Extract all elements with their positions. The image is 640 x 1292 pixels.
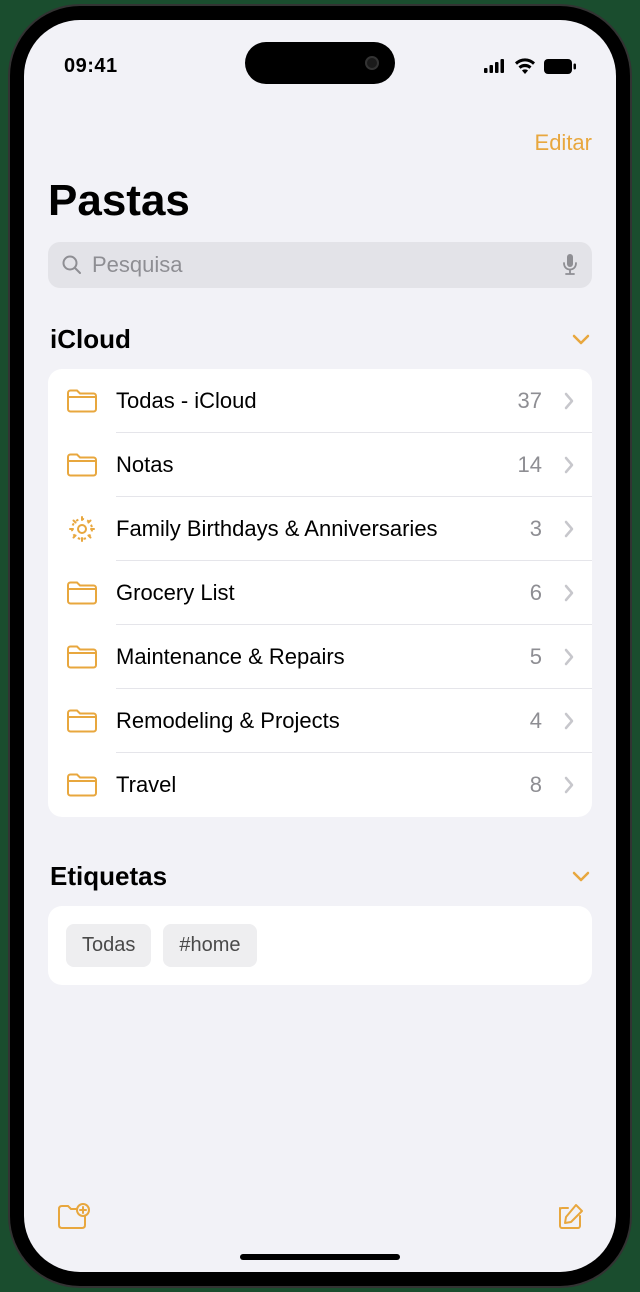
chevron-right-icon [564, 392, 574, 410]
search-icon [62, 255, 82, 275]
tag-pill[interactable]: #home [163, 924, 256, 967]
folder-name: Grocery List [116, 580, 512, 606]
folder-icon [66, 705, 98, 737]
folder-name: Notas [116, 452, 500, 478]
folder-icon [66, 385, 98, 417]
folder-row[interactable]: Notas 14 [48, 433, 592, 497]
chevron-down-icon [572, 334, 590, 345]
folder-name: Todas - iCloud [116, 388, 500, 414]
tags-section: Etiquetas Todas #home [48, 853, 592, 985]
folder-name: Remodeling & Projects [116, 708, 512, 734]
folder-count: 8 [530, 772, 542, 798]
folder-count: 5 [530, 644, 542, 670]
edit-button[interactable]: Editar [535, 130, 592, 156]
status-icons [484, 58, 576, 74]
gear-icon [66, 513, 98, 545]
folder-row[interactable]: Maintenance & Repairs 5 [48, 625, 592, 689]
folder-name: Family Birthdays & Anniversaries [116, 516, 512, 542]
folder-count: 14 [518, 452, 542, 478]
new-folder-button[interactable] [56, 1203, 90, 1231]
folder-row[interactable]: Remodeling & Projects 4 [48, 689, 592, 753]
dynamic-island [245, 42, 395, 84]
main-content: Editar Pastas iCloud Todas - iCloud 37 Not… [24, 90, 616, 985]
nav-bar: Editar [48, 90, 592, 176]
folder-row[interactable]: Travel 8 [48, 753, 592, 817]
microphone-icon[interactable] [562, 254, 578, 276]
folder-row[interactable]: Grocery List 6 [48, 561, 592, 625]
chevron-right-icon [564, 584, 574, 602]
folder-count: 4 [530, 708, 542, 734]
folder-name: Travel [116, 772, 512, 798]
chevron-right-icon [564, 520, 574, 538]
tags-section-title: Etiquetas [50, 861, 167, 892]
phone-frame: 09:41 Editar Pastas [10, 6, 630, 1286]
folder-count: 6 [530, 580, 542, 606]
chevron-right-icon [564, 456, 574, 474]
compose-button[interactable] [554, 1202, 584, 1232]
icloud-section-header[interactable]: iCloud [48, 316, 592, 369]
folder-row[interactable]: Family Birthdays & Anniversaries 3 [48, 497, 592, 561]
folders-list: Todas - iCloud 37 Notas 14 Family Birthdays … [48, 369, 592, 817]
tags-container: Todas #home [48, 906, 592, 985]
folder-count: 37 [518, 388, 542, 414]
screen: 09:41 Editar Pastas [24, 20, 616, 1272]
chevron-right-icon [564, 712, 574, 730]
front-camera [365, 56, 379, 70]
folder-name: Maintenance & Repairs [116, 644, 512, 670]
wifi-icon [514, 58, 536, 74]
status-time: 09:41 [64, 55, 118, 78]
home-indicator[interactable] [240, 1254, 400, 1260]
chevron-right-icon [564, 648, 574, 666]
search-bar[interactable] [48, 242, 592, 288]
page-title: Pastas [48, 176, 592, 226]
folder-row[interactable]: Todas - iCloud 37 [48, 369, 592, 433]
folder-icon [66, 449, 98, 481]
folder-icon [66, 641, 98, 673]
tags-section-header[interactable]: Etiquetas [48, 853, 592, 906]
folder-icon [66, 769, 98, 801]
search-input[interactable] [92, 252, 552, 278]
battery-icon [544, 59, 576, 74]
folder-count: 3 [530, 516, 542, 542]
chevron-right-icon [564, 776, 574, 794]
folder-icon [66, 577, 98, 609]
cellular-icon [484, 59, 506, 73]
chevron-down-icon [572, 871, 590, 882]
tag-pill[interactable]: Todas [66, 924, 151, 967]
icloud-section-title: iCloud [50, 324, 131, 355]
